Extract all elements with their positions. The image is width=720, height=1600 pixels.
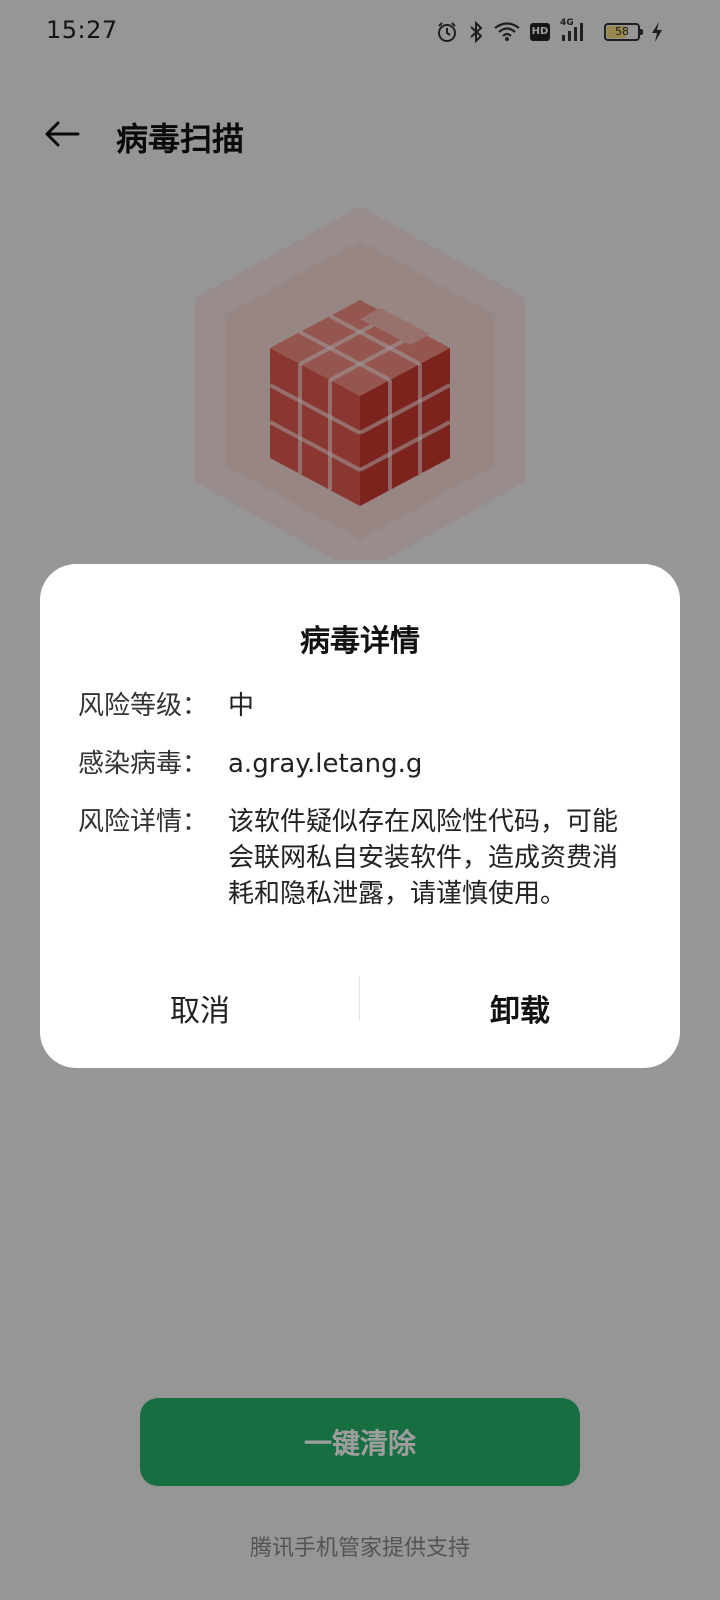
risk-details-value: 该软件疑似存在风险性代码，可能会联网私自安装软件，造成资费消耗和隐私泄露，请谨慎…	[228, 807, 619, 909]
dialog-title: 病毒详情	[300, 624, 420, 659]
uninstall-button[interactable]: 卸载	[360, 948, 680, 1068]
risk-level-row: 风险等级： 中	[78, 688, 628, 724]
infected-virus-value: a.gray.letang.g	[228, 749, 423, 779]
risk-details-label: 风险详情：	[78, 807, 209, 837]
risk-level-label: 风险等级：	[78, 691, 209, 721]
dialog-actions: 取消 卸载	[40, 948, 680, 1068]
infected-virus-row: 感染病毒： a.gray.letang.g	[78, 746, 628, 782]
risk-level-value: 中	[228, 691, 255, 721]
virus-details-dialog: 病毒详情 风险等级： 中 感染病毒： a.gray.letang.g 风险详情：…	[40, 564, 680, 1068]
risk-details-row: 风险详情： 该软件疑似存在风险性代码，可能会联网私自安装软件，造成资费消耗和隐私…	[78, 804, 628, 912]
infected-virus-label: 感染病毒：	[78, 749, 209, 779]
cancel-button[interactable]: 取消	[40, 948, 360, 1068]
